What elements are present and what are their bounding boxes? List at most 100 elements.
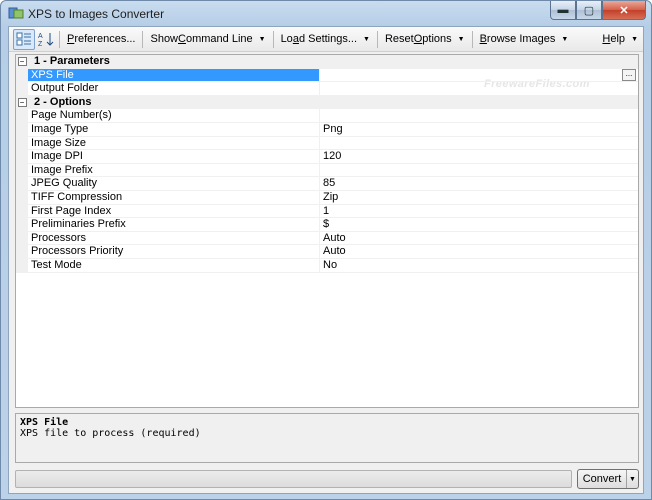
property-value-text: 1 [323, 204, 330, 217]
property-name[interactable]: Image Type [28, 123, 320, 137]
property-row[interactable]: JPEG Quality 85 [16, 177, 638, 191]
close-icon: ✕ [619, 4, 629, 17]
property-row[interactable]: Image Prefix [16, 163, 638, 178]
property-value[interactable] [320, 82, 638, 96]
description-title: XPS File [20, 417, 69, 428]
property-grid[interactable]: FreewareFiles.com −1 - Parameters XPS Fil… [15, 54, 639, 408]
property-name[interactable]: Processors Priority [28, 245, 320, 259]
preferences-button[interactable]: Preferences... [62, 29, 140, 50]
category-row[interactable]: −1 - Parameters [16, 55, 638, 69]
client-area: A Z Preferences... Show Command Line ▼ L… [8, 26, 644, 494]
property-name[interactable]: Page Number(s) [28, 109, 320, 123]
chevron-down-icon: ▼ [258, 35, 266, 43]
property-value[interactable]: No [320, 259, 638, 273]
chevron-down-icon: ▼ [457, 35, 465, 43]
property-row[interactable]: Image Type Png [16, 123, 638, 137]
property-value[interactable]: 85 [320, 177, 638, 191]
show-command-line-dropdown[interactable]: Show Command Line ▼ [145, 29, 270, 50]
property-value-text: Auto [323, 245, 346, 258]
property-row[interactable]: First Page Index 1 [16, 204, 638, 219]
property-name[interactable]: Output Folder [28, 82, 320, 96]
chevron-down-icon: ▼ [629, 475, 636, 483]
toolbar: A Z Preferences... Show Command Line ▼ L… [9, 27, 643, 52]
property-value-text: $ [323, 218, 330, 231]
property-value[interactable]: Png [320, 123, 638, 137]
row-gutter [16, 218, 28, 232]
app-window: XPS to Images Converter ▬ ▢ ✕ A Z P refe… [0, 0, 652, 500]
minimize-button[interactable]: ▬ [550, 1, 576, 20]
property-row[interactable]: Page Number(s) [16, 109, 638, 123]
toolbar-separator [376, 30, 378, 48]
property-name[interactable]: Image DPI [28, 150, 320, 164]
property-value[interactable]: Auto [320, 245, 638, 259]
title-bar[interactable]: XPS to Images Converter ▬ ▢ ✕ [1, 1, 651, 26]
chevron-down-icon: ▼ [363, 35, 370, 43]
property-value-text: 120 [323, 150, 342, 163]
row-gutter [16, 191, 28, 205]
property-row[interactable]: Preliminaries Prefix $ [16, 218, 638, 232]
row-gutter [16, 123, 28, 137]
property-value[interactable] [320, 137, 638, 151]
property-value[interactable]: 120 [320, 150, 638, 164]
property-name[interactable]: First Page Index [28, 204, 320, 219]
property-name[interactable]: TIFF Compression [28, 191, 320, 205]
property-value[interactable] [320, 109, 638, 123]
progress-bar [15, 470, 572, 488]
property-row[interactable]: Image DPI 120 [16, 150, 638, 164]
load-settings-dropdown[interactable]: Lo a d Settings... ▼ [276, 29, 375, 50]
category-row[interactable]: −2 - Options [16, 95, 638, 110]
property-row[interactable]: Output Folder [16, 82, 638, 96]
property-row[interactable]: XPS File... [16, 68, 638, 83]
property-name[interactable]: JPEG Quality [28, 177, 320, 191]
property-value-text: Png [323, 123, 343, 135]
categorized-view-icon [16, 32, 31, 46]
reset-options-dropdown[interactable]: Reset Options ▼ [380, 29, 470, 50]
category-gutter: − [16, 95, 28, 110]
property-value-text: Auto [323, 231, 346, 244]
property-value[interactable]: 1 [320, 205, 638, 219]
property-value[interactable]: $ [320, 218, 638, 232]
convert-button[interactable]: Convert ▼ [577, 469, 639, 489]
property-row[interactable]: Image Size [16, 136, 638, 151]
property-name[interactable]: XPS File [28, 68, 320, 83]
property-value-text: Zip [323, 191, 339, 203]
help-dropdown[interactable]: Help ▼ [597, 29, 643, 50]
categorized-view-button[interactable] [13, 28, 35, 50]
app-icon [8, 7, 24, 19]
close-button[interactable]: ✕ [602, 1, 646, 20]
toolbar-separator [59, 30, 60, 48]
property-row[interactable]: Test Mode No [16, 259, 638, 273]
browse-file-button[interactable]: ... [622, 68, 636, 81]
property-row[interactable]: Processors Priority Auto [16, 245, 638, 259]
collapse-icon[interactable]: − [17, 98, 27, 108]
description-panel: XPS File XPS file to process (required) [15, 413, 639, 463]
collapse-icon[interactable]: − [17, 57, 27, 67]
row-gutter [16, 259, 28, 273]
property-value[interactable] [320, 164, 638, 178]
convert-dropdown-arrow[interactable]: ▼ [626, 470, 638, 488]
property-value-text: No [323, 259, 338, 271]
minimize-icon: ▬ [557, 4, 569, 16]
row-gutter [16, 82, 28, 96]
property-row[interactable]: TIFF Compression Zip [16, 191, 638, 205]
property-value[interactable]: ... [320, 68, 638, 83]
description-text: XPS file to process (required) [20, 428, 201, 439]
property-row[interactable]: Processors Auto [16, 231, 638, 246]
maximize-button[interactable]: ▢ [576, 1, 602, 20]
property-name[interactable]: Test Mode [28, 259, 320, 273]
property-value[interactable]: Zip [320, 191, 638, 205]
alphabetical-view-button[interactable]: A Z [35, 29, 57, 50]
row-gutter [16, 68, 28, 83]
property-name[interactable]: Image Prefix [28, 163, 320, 178]
chevron-down-icon: ▼ [561, 35, 569, 43]
property-name[interactable]: Processors [28, 231, 320, 246]
row-gutter [16, 231, 28, 246]
property-name[interactable]: Preliminaries Prefix [28, 218, 320, 232]
property-name[interactable]: Image Size [28, 136, 320, 151]
property-value[interactable]: Auto [320, 232, 638, 246]
browse-images-dropdown[interactable]: Browse Images ▼ [475, 29, 574, 50]
category-label: 2 - Options [34, 95, 92, 108]
toolbar-separator [471, 30, 473, 48]
toolbar-separator [272, 30, 274, 48]
category-label: 1 - Parameters [34, 55, 110, 67]
